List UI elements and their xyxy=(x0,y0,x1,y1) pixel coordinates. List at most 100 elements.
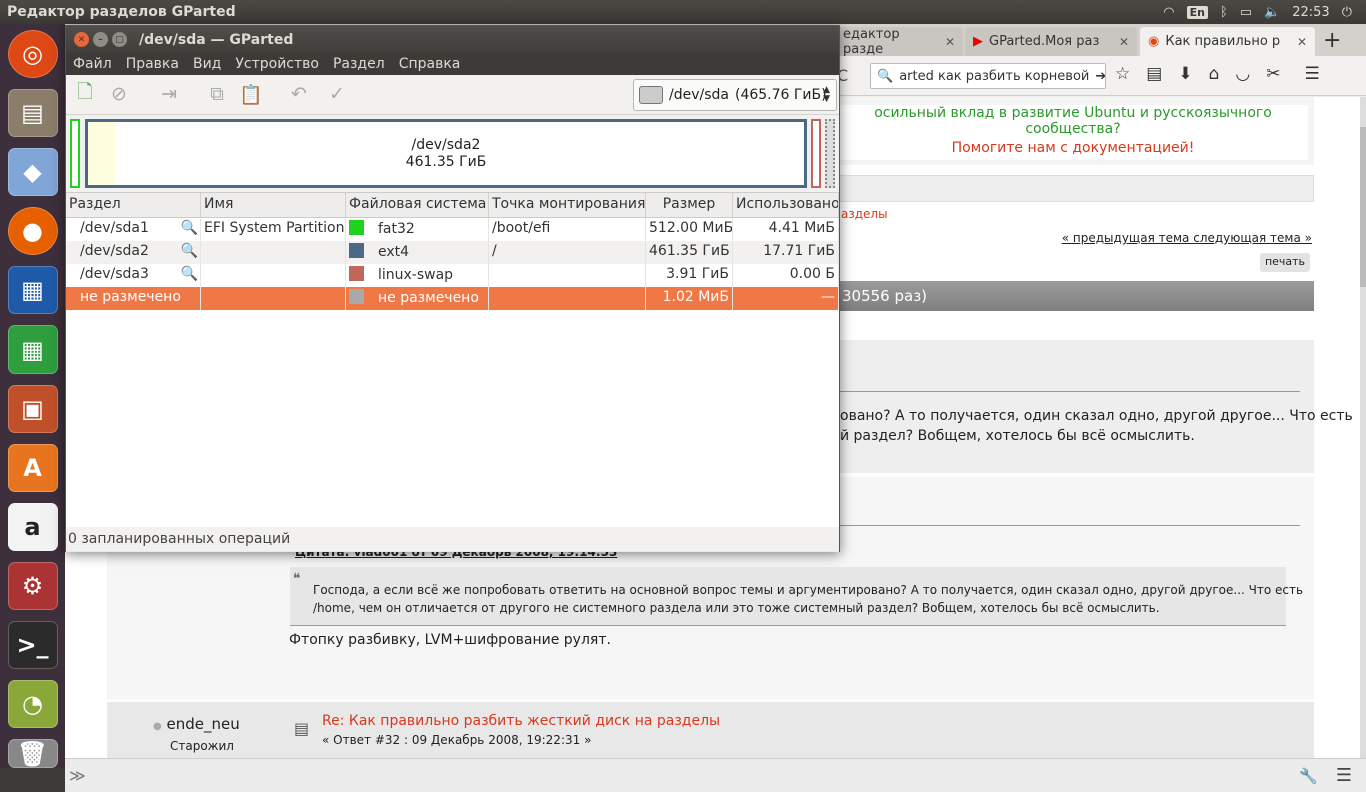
pocket-icon[interactable]: ◡ xyxy=(1235,64,1250,84)
apply-icon[interactable]: ✓ xyxy=(324,81,350,107)
col-partition[interactable]: Раздел xyxy=(66,193,201,217)
firefox-icon[interactable]: ● xyxy=(7,207,58,256)
tab-gparted-editor[interactable]: едактор разде ✕ xyxy=(835,26,963,57)
post-meta: « Ответ #32 : 09 Декабрь 2008, 19:22:31 … xyxy=(322,733,592,747)
delete-icon[interactable]: ⊘ xyxy=(106,81,132,107)
cell-partition: /dev/sda2 xyxy=(80,243,149,259)
terminal-icon[interactable]: >_ xyxy=(7,620,58,670)
battery-icon[interactable]: ▭ xyxy=(1240,5,1252,20)
calc-icon[interactable]: ▦ xyxy=(7,325,58,374)
menu-file[interactable]: Файл xyxy=(66,56,119,72)
table-row[interactable]: /dev/sda3 🔍 linux-swap 3.91 ГиБ 0.00 Б xyxy=(66,264,839,287)
tab-forum[interactable]: ◉ Как правильно р ✕ xyxy=(1140,27,1315,56)
cell-mountpoint xyxy=(489,264,646,287)
cell-partition: не размечено xyxy=(66,287,201,310)
menu-icon[interactable]: ☰ xyxy=(1336,765,1352,786)
undo-icon[interactable]: ↶ xyxy=(286,81,312,107)
tab-gparted-youtube[interactable]: ▶ GParted.Моя раз ✕ xyxy=(965,27,1137,56)
post-title-link[interactable]: Re: Как правильно разбить жесткий диск н… xyxy=(322,713,720,729)
fs-color-swatch xyxy=(349,243,364,258)
tab-label: едактор разде xyxy=(843,26,900,57)
cell-partition: /dev/sda3 xyxy=(80,266,149,282)
search-value: arted как разбить корневой xyxy=(899,68,1090,84)
partition-block-sda2[interactable]: /dev/sda2 461.35 ГиБ xyxy=(85,119,807,188)
new-partition-icon[interactable]: 🗋 xyxy=(72,81,98,107)
menu-view[interactable]: Вид xyxy=(186,56,228,72)
quote-icon: ❝ xyxy=(293,571,301,587)
trash-icon[interactable]: 🗑 xyxy=(7,739,58,768)
menu-device[interactable]: Устройство xyxy=(228,56,326,72)
home-icon[interactable]: ⌂ xyxy=(1209,64,1220,84)
search-input[interactable]: 🔍 arted как разбить корневой ➔ xyxy=(870,63,1106,89)
quote-text-line1: Господа, а если всё же попробовать ответ… xyxy=(313,583,1304,597)
wrench-icon[interactable]: 🔧 xyxy=(1299,767,1318,785)
gparted-icon[interactable]: ◔ xyxy=(7,680,58,729)
col-name[interactable]: Имя xyxy=(201,193,346,217)
keyboard-layout[interactable]: En xyxy=(1186,5,1208,19)
paste-icon[interactable]: 📋 xyxy=(238,81,264,107)
author-rank: Старожил xyxy=(170,739,234,753)
graph-partition-size: 461.35 ГиБ xyxy=(405,154,487,170)
amazon-icon[interactable]: a xyxy=(7,502,58,551)
page-scrollbar[interactable] xyxy=(1360,97,1366,758)
reading-list-icon[interactable]: ▤ xyxy=(1146,64,1162,84)
cube-icon[interactable]: ◆ xyxy=(7,148,58,197)
cell-filesystem: linux-swap xyxy=(378,267,454,283)
post-author[interactable]: ende_neu xyxy=(167,715,240,733)
banner-link[interactable]: Помогите нам с документацией! xyxy=(838,140,1308,156)
new-tab-icon[interactable]: + xyxy=(1323,28,1341,53)
chevron-updown-icon: ▲ ▼ xyxy=(823,85,830,104)
writer-icon[interactable]: ▦ xyxy=(7,266,58,315)
partition-block-sda3[interactable] xyxy=(811,119,821,188)
minimize-icon[interactable]: – xyxy=(93,32,108,47)
impress-icon[interactable]: ▣ xyxy=(7,384,58,433)
table-row[interactable]: /dev/sda2 🔍 ext4 / 461.35 ГиБ 17.71 ГиБ xyxy=(66,241,839,264)
resize-move-icon[interactable]: ⇥ xyxy=(156,81,182,107)
dash-icon[interactable]: ◎ xyxy=(7,30,58,79)
software-center-icon[interactable]: A xyxy=(7,443,58,492)
menu-icon[interactable]: ☰ xyxy=(1304,64,1319,84)
clock[interactable]: 22:53 xyxy=(1292,5,1329,20)
partition-block-sda1[interactable] xyxy=(70,119,80,188)
col-used[interactable]: Использовано xyxy=(733,193,839,217)
chevron-right-icon[interactable]: ≫ xyxy=(69,766,86,785)
fs-color-swatch xyxy=(349,289,364,304)
breadcrumb-link[interactable]: азделы xyxy=(841,207,888,221)
menu-help[interactable]: Справка xyxy=(392,56,468,72)
close-icon[interactable]: ✕ xyxy=(1297,35,1307,49)
close-icon[interactable]: ✕ xyxy=(74,32,89,47)
table-row[interactable]: /dev/sda1 🔍 EFI System Partition fat32 /b… xyxy=(66,218,839,241)
close-icon[interactable]: ✕ xyxy=(1119,35,1129,49)
print-button[interactable]: печать xyxy=(1260,253,1310,272)
banner-text: осильный вклад в развитие Ubuntu и русск… xyxy=(874,105,1272,137)
settings-icon[interactable]: ⚙ xyxy=(7,561,58,610)
menu-partition[interactable]: Раздел xyxy=(326,56,392,72)
gparted-window: ✕ – □ /dev/sda — GParted Файл Правка Вид… xyxy=(65,25,840,552)
bookmark-star-icon[interactable]: ☆ xyxy=(1115,64,1130,84)
maximize-icon[interactable]: □ xyxy=(112,32,127,47)
prev-topic-link[interactable]: « предыдущая тема xyxy=(1062,231,1190,245)
cell-used: 0.00 Б xyxy=(733,264,839,287)
disk-graph: /dev/sda2 461.35 ГиБ xyxy=(66,115,839,193)
col-mountpoint[interactable]: Точка монтирования xyxy=(489,193,646,217)
partition-block-unallocated[interactable] xyxy=(825,119,835,188)
cell-size: 1.02 МиБ xyxy=(646,287,733,310)
screenshot-icon[interactable]: ✂ xyxy=(1266,64,1280,84)
device-selector[interactable]: /dev/sda (465.76 ГиБ) ▲ ▼ xyxy=(633,79,837,111)
bluetooth-icon[interactable]: ᛒ xyxy=(1220,5,1228,20)
files-icon[interactable]: ▤ xyxy=(7,89,58,138)
go-icon[interactable]: ➔ xyxy=(1095,69,1105,84)
close-icon[interactable]: ✕ xyxy=(945,35,955,49)
copy-icon[interactable]: ⧉ xyxy=(204,81,230,107)
wifi-icon[interactable]: ◠ xyxy=(1163,5,1174,20)
download-icon[interactable]: ⬇ xyxy=(1178,64,1192,84)
next-topic-link[interactable]: следующая тема » xyxy=(1193,231,1312,245)
table-row-selected[interactable]: не размечено не размечено 1.02 МиБ — xyxy=(66,287,839,310)
col-filesystem[interactable]: Файловая система xyxy=(346,193,489,217)
power-icon[interactable]: ⏻ xyxy=(1342,5,1352,20)
gparted-titlebar[interactable]: ✕ – □ /dev/sda — GParted xyxy=(66,26,839,53)
menu-edit[interactable]: Правка xyxy=(119,56,186,72)
col-size[interactable]: Размер xyxy=(646,193,733,217)
volume-icon[interactable]: 🔈 xyxy=(1264,5,1280,20)
cell-name xyxy=(201,241,346,264)
